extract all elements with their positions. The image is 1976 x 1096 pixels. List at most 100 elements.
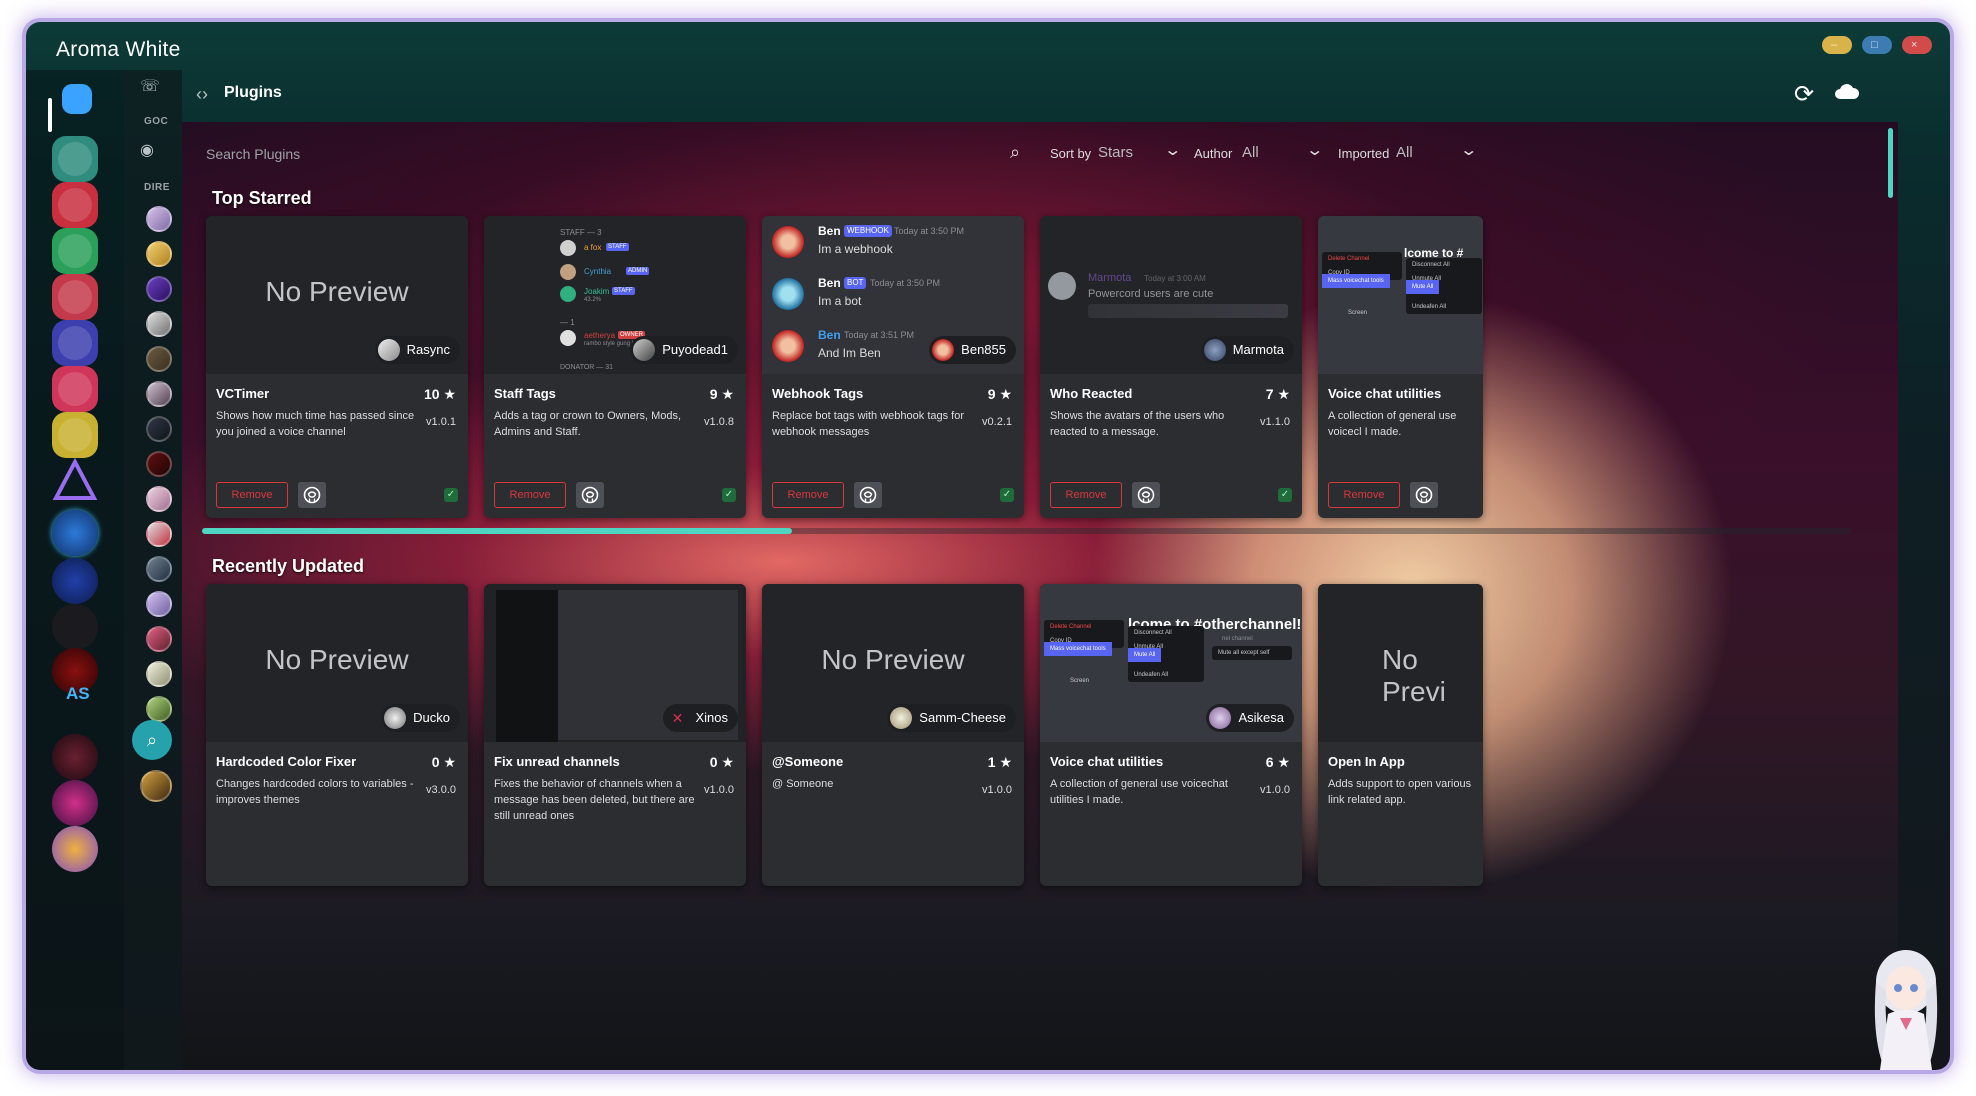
author-badge[interactable]: Asikesa <box>1206 704 1294 732</box>
dm-avatar[interactable] <box>146 556 172 582</box>
plugin-version: v1.0.8 <box>704 416 734 428</box>
author-badge[interactable]: Ben855 <box>929 336 1016 364</box>
staff-tag: STAFF <box>606 243 629 251</box>
server-icon[interactable] <box>52 457 98 504</box>
github-button[interactable] <box>1132 482 1160 508</box>
avatar <box>560 240 576 256</box>
remove-button[interactable]: Remove <box>216 482 288 508</box>
enabled-checkbox[interactable]: ✓ <box>1000 488 1014 502</box>
server-icon[interactable] <box>52 826 98 872</box>
menu-item[interactable]: Mute all except self <box>1212 646 1292 660</box>
maximize-button[interactable]: □ <box>1862 36 1892 54</box>
search-icon[interactable]: ⌕ <box>1010 142 1020 163</box>
enabled-checkbox[interactable]: ✓ <box>444 488 458 502</box>
author-badge[interactable]: Marmota <box>1200 336 1294 364</box>
author-badge[interactable]: ✕ Xinos <box>663 704 738 732</box>
search-button[interactable]: ⌕ <box>132 720 172 760</box>
server-icon[interactable] <box>52 274 98 320</box>
author-badge[interactable]: Puyodead1 <box>630 336 738 364</box>
minimize-button[interactable]: – <box>1822 36 1852 54</box>
scrollbar-thumb[interactable] <box>202 528 792 534</box>
dm-avatar[interactable] <box>146 661 172 687</box>
menu-item[interactable]: Mute All <box>1406 280 1440 294</box>
avatar <box>560 286 576 302</box>
menu-item[interactable]: Disconnect All <box>1406 258 1482 272</box>
dm-avatar[interactable] <box>146 276 172 302</box>
user-avatar[interactable] <box>140 770 172 802</box>
channel-list-preview <box>496 590 558 742</box>
chevron-down-icon[interactable]: ⌄ <box>1459 140 1478 160</box>
menu-item[interactable]: Undeafen All <box>1128 668 1204 682</box>
sort-select[interactable]: Stars <box>1098 144 1133 161</box>
dm-avatar[interactable] <box>146 591 172 617</box>
dm-avatar[interactable] <box>146 311 172 337</box>
eye-icon[interactable]: ◉ <box>140 140 154 160</box>
server-icon[interactable] <box>52 366 98 412</box>
phone-icon[interactable]: ☏ <box>140 76 160 96</box>
plugin-name: Hardcoded Color Fixer <box>216 754 357 769</box>
dm-avatar[interactable] <box>146 416 172 442</box>
github-button[interactable] <box>1410 482 1438 508</box>
menu-item[interactable]: Mass voicechat tools <box>1044 642 1112 656</box>
menu-item[interactable]: Delete Channel <box>1044 620 1124 634</box>
menu-item[interactable]: Disconnect All <box>1128 626 1204 640</box>
dm-avatar[interactable] <box>146 206 172 232</box>
horizontal-scrollbar[interactable] <box>202 528 1852 534</box>
submenu: Disconnect All Mute All Unmute All Deafe… <box>1128 626 1204 682</box>
cloud-icon[interactable] <box>1834 82 1860 100</box>
menu-item[interactable]: Undeafen All <box>1406 300 1482 314</box>
dm-avatar[interactable] <box>146 381 172 407</box>
server-label[interactable]: AS <box>66 684 90 704</box>
context-menu: Delete Channel Copy ID Mass voicechat to… <box>1044 620 1124 656</box>
author-badge[interactable]: Samm-Cheese <box>887 704 1016 732</box>
github-button[interactable] <box>298 482 326 508</box>
server-icon[interactable] <box>52 182 98 228</box>
server-icon[interactable] <box>52 320 98 366</box>
menu-item[interactable]: Mute All <box>1128 648 1162 662</box>
dm-avatar[interactable] <box>146 486 172 512</box>
member-name: a fox <box>584 243 602 252</box>
section-title-top-starred: Top Starred <box>212 188 312 208</box>
message-text: Im a bot <box>818 294 862 308</box>
author-badge[interactable]: Rasync <box>374 336 460 364</box>
search-input[interactable] <box>206 146 986 162</box>
dm-avatar[interactable] <box>146 696 172 722</box>
author-name: Xinos <box>695 710 728 725</box>
dm-avatar[interactable] <box>146 521 172 547</box>
dm-avatar[interactable] <box>146 451 172 477</box>
menu-item[interactable]: Mass voicechat tools <box>1322 274 1390 288</box>
menu-item[interactable]: Delete Channel <box>1322 252 1402 266</box>
dm-avatar[interactable] <box>146 241 172 267</box>
author-name: Asikesa <box>1238 710 1284 725</box>
reload-icon[interactable]: ⟳ <box>1794 80 1814 109</box>
remove-button[interactable]: Remove <box>1328 482 1400 508</box>
imported-select[interactable]: All <box>1396 144 1413 161</box>
chevron-down-icon[interactable]: ⌄ <box>1305 140 1324 160</box>
server-icon[interactable] <box>52 412 98 458</box>
dm-avatar[interactable] <box>146 346 172 372</box>
server-icon[interactable] <box>52 558 98 604</box>
chevron-down-icon[interactable]: ⌄ <box>1163 140 1182 160</box>
server-icon[interactable] <box>52 734 98 780</box>
server-icon[interactable] <box>52 780 98 826</box>
plugin-card: STAFF — 3 a fox STAFF Cynthia ADMIN Joak… <box>484 216 746 518</box>
server-icon[interactable] <box>52 604 98 650</box>
enabled-checkbox[interactable]: ✓ <box>1278 488 1292 502</box>
github-icon <box>303 486 321 504</box>
remove-button[interactable]: Remove <box>1050 482 1122 508</box>
server-icon[interactable] <box>52 136 98 182</box>
plugin-description: A collection of general use voicechat ut… <box>1050 778 1228 806</box>
remove-button[interactable]: Remove <box>772 482 844 508</box>
server-icon[interactable] <box>52 228 98 274</box>
author-name: Rasync <box>406 342 450 357</box>
home-button[interactable] <box>54 76 100 122</box>
author-badge[interactable]: Ducko <box>381 704 460 732</box>
server-icon[interactable] <box>52 510 98 556</box>
remove-button[interactable]: Remove <box>494 482 566 508</box>
dm-avatar[interactable] <box>146 626 172 652</box>
enabled-checkbox[interactable]: ✓ <box>722 488 736 502</box>
github-button[interactable] <box>576 482 604 508</box>
close-button[interactable]: × <box>1902 36 1932 54</box>
author-select[interactable]: All <box>1242 144 1259 161</box>
github-button[interactable] <box>854 482 882 508</box>
